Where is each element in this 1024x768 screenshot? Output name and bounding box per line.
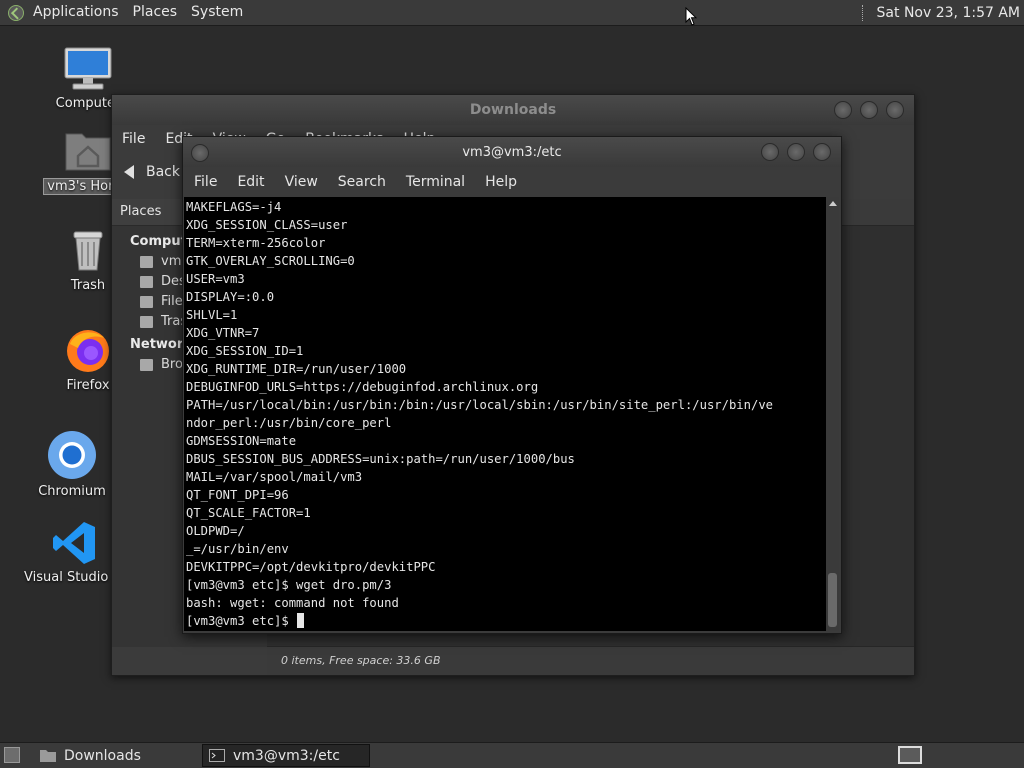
desktop-icon-vscode[interactable]: Visual Studio Code (24, 520, 146, 585)
vscode-icon (53, 522, 95, 564)
chromium-icon (48, 431, 96, 479)
home-folder-icon (65, 133, 111, 171)
menu-terminal[interactable]: Terminal (396, 174, 475, 190)
terminal-line: QT_SCALE_FACTOR=1 (186, 506, 311, 520)
terminal-line: XDG_RUNTIME_DIR=/run/user/1000 (186, 362, 407, 376)
trash-icon (73, 231, 103, 271)
applications-menu[interactable]: Applications (26, 0, 126, 25)
terminal-cursor (297, 613, 305, 628)
terminal-prompt: [vm3@vm3 etc]$ (186, 614, 297, 628)
close-icon[interactable] (813, 143, 831, 161)
maximize-icon[interactable] (860, 101, 878, 119)
menu-file[interactable]: File (183, 174, 227, 190)
minimize-icon[interactable] (761, 143, 779, 161)
terminal-prompt-line[interactable]: [vm3@vm3 etc]$ (186, 612, 826, 630)
taskbar-item-label: vm3@vm3:/etc (233, 747, 340, 764)
terminal-line: DEBUGINFOD_URLS=https://debuginfod.archl… (186, 380, 539, 394)
menu-view[interactable]: View (275, 174, 328, 190)
terminal-line: USER=vm3 (186, 272, 245, 286)
menu-help[interactable]: Help (475, 174, 527, 190)
terminal-line: _=/usr/bin/env (186, 542, 289, 556)
menu-search[interactable]: Search (328, 174, 396, 190)
terminal-menubar: File Edit View Search Terminal Help (183, 167, 841, 197)
terminal-output[interactable]: MAKEFLAGS=-j4 XDG_SESSION_CLASS=user TERM=… (184, 197, 826, 631)
terminal-line: DISPLAY=:0.0 (186, 290, 275, 304)
back-button[interactable]: Back (146, 164, 180, 180)
terminal-line: QT_FONT_DPI=96 (186, 488, 289, 502)
home-icon (140, 255, 153, 268)
terminal-line: XDG_VTNR=7 (186, 326, 260, 340)
desktop-icon-label: Chromium (38, 484, 106, 499)
status-bar: 0 items, Free space: 33.6 GB (267, 646, 914, 675)
terminal-line: PATH=/usr/local/bin:/usr/bin:/bin:/usr/l… (186, 398, 773, 412)
terminal-icon (209, 749, 225, 762)
scrollbar-thumb[interactable] (828, 573, 837, 627)
maximize-icon[interactable] (787, 143, 805, 161)
trash-icon (140, 315, 153, 328)
computer-icon (64, 47, 112, 90)
terminal-line: [vm3@vm3 etc]$ wget dro.pm/3 (186, 578, 392, 592)
terminal-window[interactable]: vm3@vm3:/etc File Edit View Search Termi… (182, 136, 842, 634)
desktop-icon-label: Firefox (66, 378, 110, 393)
scroll-up-arrow-icon[interactable] (828, 201, 837, 206)
terminal-line: GTK_OVERLAY_SCROLLING=0 (186, 254, 355, 268)
firefox-icon (67, 330, 109, 372)
show-desktop-icon[interactable] (4, 747, 20, 763)
back-arrow-icon[interactable] (124, 165, 134, 179)
terminal-titlebar[interactable]: vm3@vm3:/etc (183, 137, 841, 167)
mouse-pointer-icon (685, 7, 697, 26)
downloads-titlebar[interactable]: Downloads (112, 95, 914, 125)
terminal-line: bash: wget: command not found (186, 596, 399, 610)
menu-file[interactable]: File (112, 131, 155, 147)
taskbar-item-label: Downloads (64, 747, 141, 764)
mate-logo-icon[interactable] (8, 4, 24, 21)
window-title: Downloads (469, 102, 557, 118)
terminal-line: XDG_SESSION_CLASS=user (186, 218, 348, 232)
clock[interactable]: Sat Nov 23, 1:57 AM (877, 5, 1024, 21)
terminal-line: GDMSESSION=mate (186, 434, 297, 448)
folder-icon (40, 750, 56, 762)
panel-separator (861, 4, 865, 21)
bottom-panel: Downloads vm3@vm3:/etc (0, 742, 1024, 768)
terminal-line: XDG_SESSION_ID=1 (186, 344, 304, 358)
terminal-line: DBUS_SESSION_BUS_ADDRESS=unix:path=/run/… (186, 452, 575, 466)
drive-icon (140, 295, 153, 308)
desktop-icon (140, 275, 153, 288)
terminal-line: OLDPWD=/ (186, 524, 245, 538)
system-menu[interactable]: System (184, 0, 250, 25)
taskbar-item-downloads[interactable]: Downloads (34, 744, 200, 767)
workspace-switcher[interactable] (898, 746, 922, 764)
top-panel: Applications Places System Sat Nov 23, 1… (0, 0, 1024, 26)
terminal-line: DEVKITPPC=/opt/devkitpro/devkitPPC (186, 560, 436, 574)
desktop-icon-chromium[interactable]: Chromium (22, 430, 122, 499)
network-icon (140, 358, 153, 371)
terminal-line: TERM=xterm-256color (186, 236, 326, 250)
menu-edit[interactable]: Edit (227, 174, 274, 190)
desktop-icon-label: Trash (70, 278, 106, 293)
terminal-line: MAIL=/var/spool/mail/vm3 (186, 470, 363, 484)
terminal-line: ndor_perl:/usr/bin/core_perl (186, 416, 392, 430)
terminal-line: SHLVL=1 (186, 308, 238, 322)
taskbar-item-terminal[interactable]: vm3@vm3:/etc (202, 744, 370, 767)
window-title: vm3@vm3:/etc (462, 145, 562, 160)
terminal-line: MAKEFLAGS=-j4 (186, 200, 282, 214)
places-menu[interactable]: Places (126, 0, 185, 25)
minimize-icon[interactable] (834, 101, 852, 119)
terminal-scrollbar[interactable] (826, 197, 839, 631)
close-icon[interactable] (886, 101, 904, 119)
